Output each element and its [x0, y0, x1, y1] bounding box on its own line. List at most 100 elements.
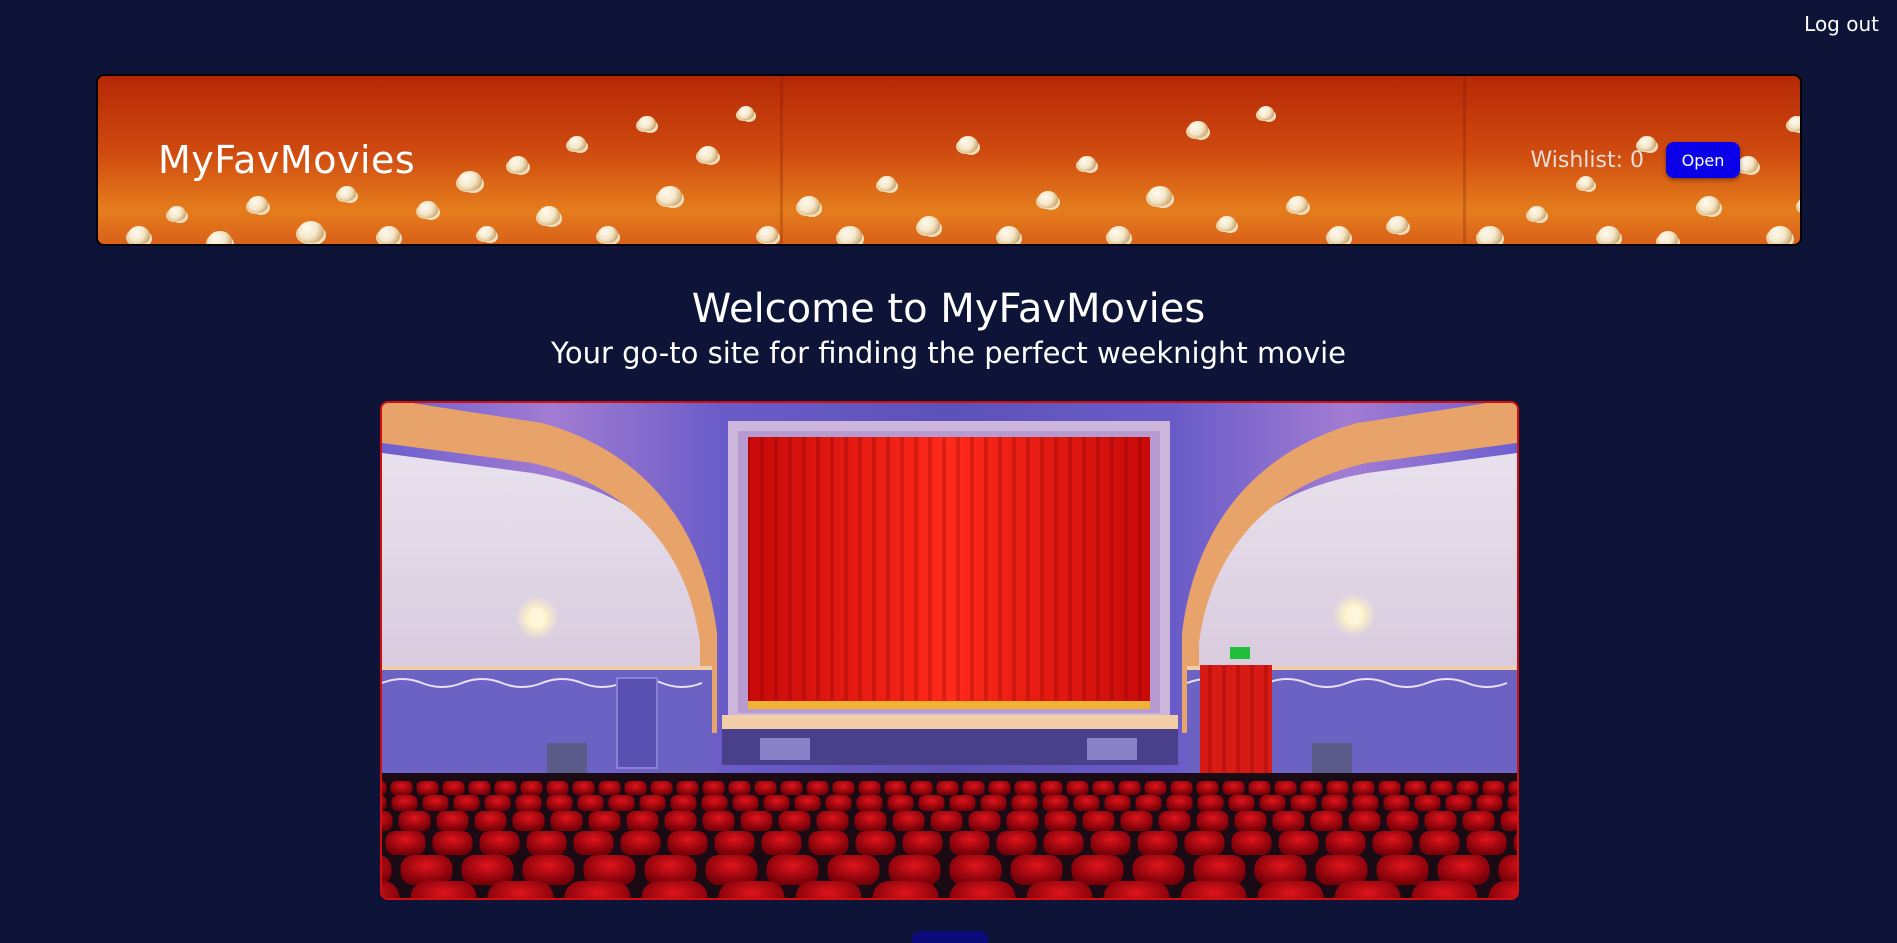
theater-seat	[1437, 855, 1490, 885]
theater-seat	[1376, 855, 1429, 885]
theater-seat	[1300, 781, 1323, 795]
theater-seat	[902, 831, 943, 855]
theater-seat	[795, 881, 862, 898]
popcorn-piece	[168, 206, 186, 222]
open-wishlist-button[interactable]: Open	[1666, 142, 1740, 178]
theater-seat	[1259, 795, 1286, 811]
popcorn-piece	[998, 226, 1020, 244]
theater-seat	[892, 811, 925, 831]
theater-seat	[526, 831, 567, 855]
theater-seat	[806, 781, 829, 795]
theater-seat	[1011, 795, 1038, 811]
theater-seat	[522, 855, 575, 885]
theater-seat	[754, 781, 777, 795]
theater-seat	[1231, 831, 1272, 855]
popcorn-piece	[1288, 196, 1308, 213]
popcorn-piece	[758, 226, 778, 243]
theater-seat	[1254, 855, 1307, 885]
theater-seat	[391, 795, 418, 811]
theater-seat	[1257, 881, 1324, 898]
theater-seat	[1321, 795, 1348, 811]
theater-seat	[1044, 811, 1077, 831]
theater-seat	[1508, 781, 1517, 795]
popcorn-piece	[1788, 116, 1800, 132]
theater-seat	[474, 811, 507, 831]
theater-seat	[432, 831, 473, 855]
theater-seat	[884, 781, 907, 795]
theater-seat	[702, 811, 735, 831]
theater-seat	[761, 831, 802, 855]
popcorn-piece	[1798, 196, 1800, 213]
theater-seat	[728, 781, 751, 795]
site-title[interactable]: MyFavMovies	[158, 138, 415, 182]
theater-seat	[436, 811, 469, 831]
theater-seat	[816, 811, 849, 831]
theater-seat	[832, 781, 855, 795]
theater-seat	[988, 781, 1011, 795]
theater-seat	[1445, 795, 1472, 811]
theater-seat	[1482, 781, 1505, 795]
theater-seat	[453, 795, 480, 811]
theater-seat	[1290, 795, 1317, 811]
bottom-button[interactable]	[912, 931, 988, 943]
popcorn-piece	[208, 231, 232, 244]
theater-seat	[856, 795, 883, 811]
theater-seat	[1071, 855, 1124, 885]
popcorn-piece	[568, 136, 586, 152]
popcorn-piece	[538, 206, 560, 225]
welcome-subtitle: Your go-to site for finding the perfect …	[550, 336, 1347, 370]
theater-seat	[1104, 795, 1131, 811]
theater-seat	[400, 855, 453, 885]
popcorn-piece	[1108, 226, 1130, 244]
theater-seat	[1500, 811, 1517, 831]
theater-seat	[416, 781, 439, 795]
theater-seat	[550, 811, 583, 831]
theater-seat	[1411, 881, 1478, 898]
popcorn-piece	[248, 196, 268, 213]
theater-seat	[1414, 795, 1441, 811]
theater-seat	[577, 795, 604, 811]
theater-seat	[808, 831, 849, 855]
theater-seat	[676, 781, 699, 795]
theater-seat	[494, 781, 517, 795]
theater-seat	[644, 855, 697, 885]
theater-seat	[996, 831, 1037, 855]
theater-seat	[1466, 831, 1507, 855]
theater-seat	[732, 795, 759, 811]
theater-seat	[918, 795, 945, 811]
popcorn-piece	[958, 136, 978, 153]
popcorn-piece	[1478, 226, 1502, 244]
theater-seat	[1180, 881, 1247, 898]
theater-seat	[949, 881, 1016, 898]
popcorn-piece	[128, 226, 150, 244]
theater-seat	[962, 781, 985, 795]
logout-link[interactable]: Log out	[1804, 12, 1879, 36]
theater-seat	[949, 831, 990, 855]
theater-seat	[1090, 831, 1131, 855]
theater-seat	[1310, 811, 1343, 831]
theater-seat	[608, 795, 635, 811]
popcorn-piece	[338, 186, 356, 202]
popcorn-piece	[638, 116, 656, 132]
theater-seat	[1424, 811, 1457, 831]
theater-seat	[650, 781, 673, 795]
theater-seat	[1118, 781, 1141, 795]
theater-seat	[667, 831, 708, 855]
popcorn-piece	[878, 176, 896, 192]
popcorn-piece	[1218, 216, 1236, 232]
theater-seat	[701, 795, 728, 811]
theater-seat	[1132, 855, 1185, 885]
popcorn-piece	[1528, 206, 1546, 222]
theater-seat	[1348, 811, 1381, 831]
popcorn-piece	[1768, 226, 1792, 244]
theater-seat	[1386, 811, 1419, 831]
popcorn-piece	[1738, 156, 1758, 173]
theater-seat	[1222, 781, 1245, 795]
page: Log out MyFavMovies Wishlist: 0 Open Wel…	[0, 0, 1897, 943]
theater-seat	[887, 795, 914, 811]
theater-seat	[1476, 795, 1503, 811]
theater-seat	[888, 855, 941, 885]
theater-seat	[624, 781, 647, 795]
theater-seat	[1334, 881, 1401, 898]
theater-seat	[1372, 831, 1413, 855]
